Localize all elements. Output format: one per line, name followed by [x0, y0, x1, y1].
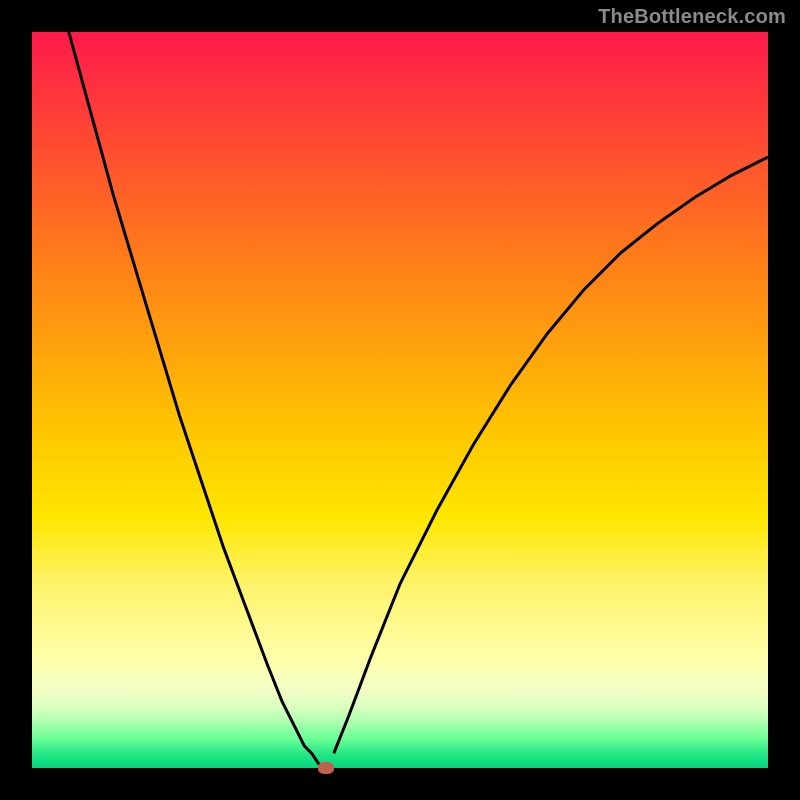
watermark-label: TheBottleneck.com [598, 6, 786, 29]
plot-area [32, 32, 768, 768]
bottleneck-marker [318, 762, 334, 774]
bottleneck-curve-right [334, 157, 768, 753]
bottleneck-curve-left [69, 32, 319, 764]
curve-svg [32, 32, 768, 768]
chart-frame: TheBottleneck.com [0, 0, 800, 800]
